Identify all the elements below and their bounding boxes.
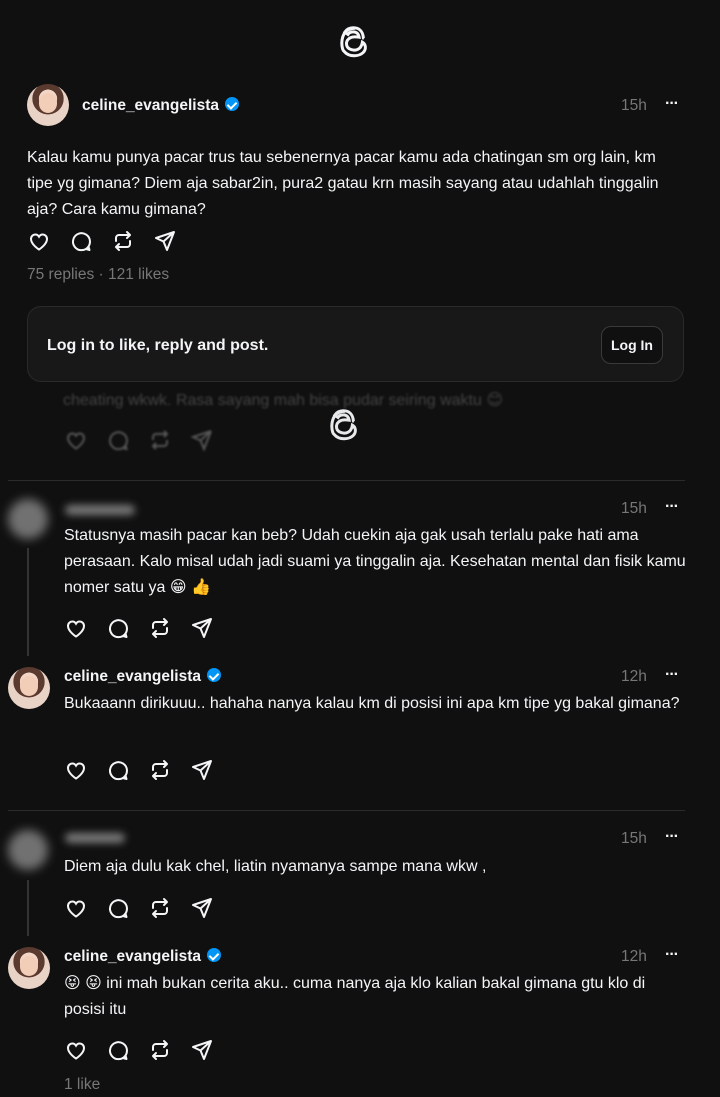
- heart-icon: [66, 432, 86, 450]
- repost-icon[interactable]: [148, 896, 172, 920]
- post-time: 15h: [621, 97, 647, 114]
- threads-logo-icon: [330, 409, 357, 441]
- divider: [8, 480, 685, 481]
- repost-icon[interactable]: [148, 616, 172, 640]
- thread-line: [27, 880, 29, 936]
- threads-logo-icon[interactable]: [338, 22, 374, 58]
- comment-icon: [109, 431, 129, 451]
- heart-icon[interactable]: [64, 1038, 88, 1062]
- share-icon[interactable]: [190, 896, 214, 920]
- heart-icon[interactable]: [64, 896, 88, 920]
- repost-icon: [151, 430, 169, 450]
- reply-username[interactable]: celine_evangelista: [64, 948, 221, 966]
- post-username[interactable]: celine_evangelista: [82, 97, 239, 115]
- reply-text: 😝 😝 ini mah bukan cerita aku.. cuma nany…: [64, 975, 646, 1018]
- replies-count[interactable]: 75 replies: [27, 266, 94, 283]
- post-text: Kalau kamu punya pacar trus tau sebenern…: [27, 149, 659, 218]
- reply-time: 15h: [621, 500, 647, 517]
- avatar[interactable]: [8, 667, 50, 709]
- username-blurred[interactable]: [65, 833, 125, 843]
- verified-badge-icon: [207, 668, 221, 682]
- reply-text: Diem aja dulu kak chel, liatin nyamanya …: [64, 858, 487, 875]
- share-icon[interactable]: [190, 758, 214, 782]
- login-button[interactable]: Log In: [601, 326, 663, 364]
- repost-icon[interactable]: [148, 1038, 172, 1062]
- share-icon: [190, 430, 212, 452]
- repost-icon[interactable]: [111, 229, 135, 253]
- comment-icon[interactable]: [69, 229, 93, 253]
- reply-text: Statusnya masih pacar kan beb? Udah cuek…: [64, 527, 686, 596]
- verified-badge-icon: [225, 97, 239, 111]
- reply-text: Bukaaann dirikuuu.. hahaha nanya kalau k…: [64, 695, 680, 712]
- reply-time: 12h: [621, 948, 647, 965]
- reply-actions: [64, 1038, 214, 1062]
- verified-badge-icon: [207, 948, 221, 962]
- reply-actions: [64, 758, 214, 782]
- post-stats: 75 replies · 121 likes: [27, 266, 169, 284]
- avatar[interactable]: [8, 499, 48, 539]
- share-icon[interactable]: [190, 616, 214, 640]
- login-prompt: Log in to like, reply and post. Log In: [27, 306, 684, 382]
- more-options-icon[interactable]: ···: [665, 946, 679, 964]
- reply-time: 12h: [621, 668, 647, 685]
- heart-icon[interactable]: [64, 758, 88, 782]
- heart-icon[interactable]: [64, 616, 88, 640]
- reply-username[interactable]: celine_evangelista: [64, 668, 221, 686]
- thread-line: [27, 548, 29, 656]
- more-options-icon[interactable]: ···: [665, 95, 679, 113]
- post-actions: [27, 229, 177, 253]
- share-icon[interactable]: [153, 229, 177, 253]
- reply-actions: [64, 896, 214, 920]
- comment-icon[interactable]: [106, 616, 130, 640]
- login-prompt-text: Log in to like, reply and post.: [47, 337, 269, 354]
- ghost-actions: [64, 428, 214, 452]
- comment-icon[interactable]: [106, 896, 130, 920]
- heart-icon[interactable]: [27, 229, 51, 253]
- likes-count[interactable]: 121 likes: [108, 266, 169, 283]
- repost-icon[interactable]: [148, 758, 172, 782]
- reply-time: 15h: [621, 830, 647, 847]
- username-text[interactable]: celine_evangelista: [64, 948, 201, 965]
- more-options-icon[interactable]: ···: [665, 666, 679, 684]
- reply-actions: [64, 616, 214, 640]
- divider: [8, 810, 685, 811]
- comment-icon[interactable]: [106, 758, 130, 782]
- avatar[interactable]: [8, 830, 48, 870]
- ghost-reply-text: cheating wkwk. Rasa sayang mah bisa puda…: [63, 392, 504, 409]
- more-options-icon[interactable]: ···: [665, 498, 679, 516]
- username-blurred[interactable]: [65, 505, 135, 515]
- avatar[interactable]: [8, 947, 50, 989]
- avatar[interactable]: [27, 84, 69, 126]
- username-text[interactable]: celine_evangelista: [64, 668, 201, 685]
- username-text[interactable]: celine_evangelista: [82, 97, 219, 114]
- share-icon[interactable]: [190, 1038, 214, 1062]
- comment-icon[interactable]: [106, 1038, 130, 1062]
- stats-separator: ·: [94, 266, 108, 283]
- more-options-icon[interactable]: ···: [665, 828, 679, 846]
- reply-likes-count[interactable]: 1 like: [64, 1076, 100, 1094]
